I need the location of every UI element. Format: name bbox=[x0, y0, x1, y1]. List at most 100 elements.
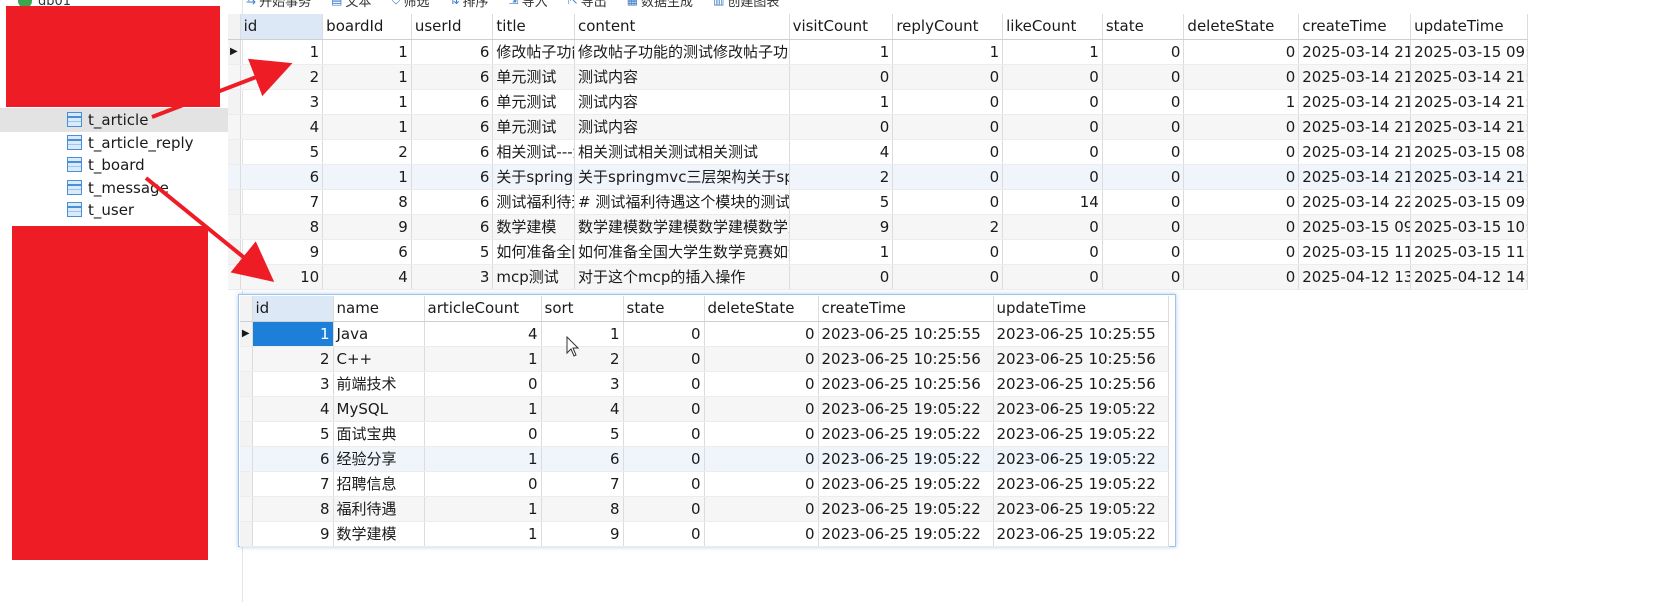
toolbar-data-generate-button[interactable]: ▦ 数据生成 bbox=[627, 0, 693, 10]
row-gutter[interactable] bbox=[228, 164, 241, 190]
cell-createtime[interactable]: 2023-06-25 10:25:56 bbox=[818, 346, 994, 372]
cell-createtime[interactable]: 2023-06-25 10:25:56 bbox=[818, 371, 994, 397]
current-row-indicator-icon[interactable]: ▶ bbox=[228, 39, 241, 65]
cell-state[interactable]: 0 bbox=[623, 521, 705, 547]
cell-updatetime[interactable]: 2025-03-14 21:2 bbox=[1410, 164, 1528, 190]
cell-updatetime[interactable]: 2025-03-14 21:10 bbox=[1410, 64, 1528, 90]
column-header-createtime[interactable]: createTime bbox=[1298, 14, 1412, 40]
row-gutter[interactable] bbox=[228, 189, 241, 215]
cell-userid[interactable]: 6 bbox=[411, 164, 494, 190]
cell-deletestate[interactable]: 0 bbox=[704, 396, 819, 422]
cell-id[interactable]: 3 bbox=[252, 371, 334, 397]
cell-content[interactable]: 测试内容 bbox=[574, 64, 790, 90]
sidebar-table-t-article-reply[interactable]: t_article_reply bbox=[0, 131, 240, 155]
cell-boardid[interactable]: 1 bbox=[322, 164, 412, 190]
cell-replycount[interactable]: 2 bbox=[892, 214, 1004, 240]
cell-state[interactable]: 0 bbox=[1102, 214, 1185, 240]
cell-id[interactable]: 7 bbox=[240, 189, 324, 215]
cell-createtime[interactable]: 2025-03-15 11:5 bbox=[1298, 239, 1412, 265]
row-gutter[interactable] bbox=[228, 214, 241, 240]
column-header-deletestate[interactable]: deleteState bbox=[1183, 14, 1300, 40]
toolbar-transaction-button[interactable]: ⇆ 开始事务 bbox=[246, 0, 311, 10]
cell-title[interactable]: 数学建模 bbox=[492, 214, 575, 240]
cell-id[interactable]: 3 bbox=[240, 89, 324, 115]
cell-visitcount[interactable]: 0 bbox=[789, 64, 894, 90]
table-row[interactable]: 616关于springm关于springmvc三层架构关于spring20000… bbox=[228, 164, 1528, 190]
cell-title[interactable]: 关于springm bbox=[492, 164, 575, 190]
cell-articlecount[interactable]: 1 bbox=[424, 496, 542, 522]
cell-title[interactable]: 相关测试---测 bbox=[492, 139, 575, 165]
cell-deletestate[interactable]: 0 bbox=[1183, 239, 1300, 265]
cell-deletestate[interactable]: 0 bbox=[1183, 214, 1300, 240]
cell-state[interactable]: 0 bbox=[623, 446, 705, 472]
row-gutter[interactable] bbox=[228, 264, 241, 290]
cell-createtime[interactable]: 2025-03-14 21:2 bbox=[1298, 164, 1412, 190]
cell-createtime[interactable]: 2023-06-25 19:05:22 bbox=[818, 446, 994, 472]
cell-createtime[interactable]: 2025-03-14 21:1 bbox=[1298, 139, 1412, 165]
cell-updatetime[interactable]: 2023-06-25 19:05:22 bbox=[993, 421, 1169, 447]
cell-id[interactable]: 8 bbox=[240, 214, 324, 240]
table-row[interactable]: 8 福利待遇 1 8 0 0 2023-06-25 19:05:22 2023-06-25 1… bbox=[240, 496, 1169, 522]
row-gutter[interactable] bbox=[228, 64, 241, 90]
cell-title[interactable]: 单元测试 bbox=[492, 64, 575, 90]
cell-state[interactable]: 0 bbox=[1102, 114, 1185, 140]
table-row[interactable]: 5 面试宝典 0 5 0 0 2023-06-25 19:05:22 2023-06-25 1… bbox=[240, 421, 1169, 447]
cell-deletestate[interactable]: 0 bbox=[1183, 189, 1300, 215]
cell-boardid[interactable]: 1 bbox=[322, 39, 412, 65]
cell-deletestate[interactable]: 0 bbox=[704, 471, 819, 497]
cell-articlecount[interactable]: 0 bbox=[424, 371, 542, 397]
cell-visitcount[interactable]: 4 bbox=[789, 139, 894, 165]
cell-content[interactable]: 关于springmvc三层架构关于spring bbox=[574, 164, 790, 190]
cell-replycount[interactable]: 0 bbox=[892, 64, 1004, 90]
cell-boardid[interactable]: 6 bbox=[322, 239, 412, 265]
column-header-boardid[interactable]: boardId bbox=[322, 14, 412, 40]
cell-deletestate[interactable]: 0 bbox=[1183, 39, 1300, 65]
cell-visitcount[interactable]: 0 bbox=[789, 264, 894, 290]
cell-boardid[interactable]: 8 bbox=[322, 189, 412, 215]
cell-id[interactable]: 9 bbox=[252, 521, 334, 547]
cell-createtime[interactable]: 2023-06-25 10:25:55 bbox=[818, 321, 994, 347]
cell-userid[interactable]: 6 bbox=[411, 139, 494, 165]
cell-userid[interactable]: 6 bbox=[411, 39, 494, 65]
table-row[interactable]: 786测试福利待遇# 测试福利待遇这个模块的测试福5014002025-03-1… bbox=[228, 189, 1528, 215]
table-row[interactable]: 216单元测试测试内容000002025-03-14 21:12025-03-1… bbox=[228, 64, 1528, 90]
column-header-createtime[interactable]: createTime bbox=[818, 296, 994, 322]
cell-updatetime[interactable]: 2023-06-25 10:25:55 bbox=[993, 321, 1169, 347]
cell-deletestate[interactable]: 0 bbox=[704, 371, 819, 397]
cell-name[interactable]: Java bbox=[333, 321, 425, 347]
toolbar-filter-button[interactable]: ⛉筛选 bbox=[391, 0, 429, 10]
cell-state[interactable]: 0 bbox=[1102, 189, 1185, 215]
cell-likecount[interactable]: 0 bbox=[1002, 239, 1103, 265]
cell-updatetime[interactable]: 2025-03-15 09:5 bbox=[1410, 39, 1528, 65]
table-row[interactable]: 416单元测试测试内容000002025-03-14 21:12025-03-1… bbox=[228, 114, 1528, 140]
cell-likecount[interactable]: 0 bbox=[1002, 139, 1103, 165]
table-row[interactable]: 9 数学建模 1 9 0 0 2023-06-25 19:05:22 2023-06-25 1… bbox=[240, 521, 1169, 547]
cell-deletestate[interactable]: 0 bbox=[704, 521, 819, 547]
cell-name[interactable]: 前端技术 bbox=[333, 371, 425, 397]
cell-createtime[interactable]: 2025-03-14 21:1 bbox=[1298, 39, 1412, 65]
table-row[interactable]: 1043mcp测试对于这个mcp的插入操作000002025-04-12 13:… bbox=[228, 264, 1528, 290]
cell-createtime[interactable]: 2025-03-14 21:1 bbox=[1298, 64, 1412, 90]
cell-sort[interactable]: 5 bbox=[541, 421, 624, 447]
cell-sort[interactable]: 9 bbox=[541, 521, 624, 547]
cell-state[interactable]: 0 bbox=[623, 421, 705, 447]
cell-deletestate[interactable]: 0 bbox=[704, 421, 819, 447]
cell-createtime[interactable]: 2025-03-15 09:1 bbox=[1298, 214, 1412, 240]
cell-visitcount[interactable]: 0 bbox=[789, 114, 894, 140]
cell-articlecount[interactable]: 1 bbox=[424, 521, 542, 547]
cell-userid[interactable]: 6 bbox=[411, 89, 494, 115]
cell-boardid[interactable]: 4 bbox=[322, 264, 412, 290]
toolbar-sort-button[interactable]: ⇅ 排序 bbox=[449, 0, 488, 10]
table-row[interactable]: 316单元测试测试内容100012025-03-14 21:12025-03-1… bbox=[228, 89, 1528, 115]
row-gutter[interactable] bbox=[240, 421, 253, 447]
cell-content[interactable]: 对于这个mcp的插入操作 bbox=[574, 264, 790, 290]
cell-state[interactable]: 0 bbox=[1102, 164, 1185, 190]
cell-deletestate[interactable]: 0 bbox=[1183, 264, 1300, 290]
cell-sort[interactable]: 8 bbox=[541, 496, 624, 522]
row-gutter[interactable] bbox=[240, 471, 253, 497]
cell-likecount[interactable]: 0 bbox=[1002, 214, 1103, 240]
cell-state[interactable]: 0 bbox=[1102, 239, 1185, 265]
cell-boardid[interactable]: 9 bbox=[322, 214, 412, 240]
cell-content[interactable]: 测试内容 bbox=[574, 114, 790, 140]
cell-deletestate[interactable]: 1 bbox=[1183, 89, 1300, 115]
